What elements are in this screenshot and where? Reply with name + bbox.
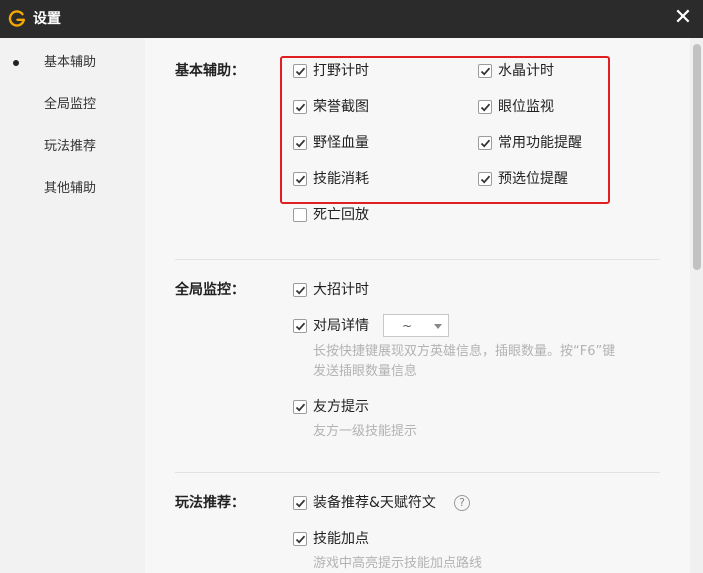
check-icon bbox=[480, 103, 491, 112]
hotkey-dropdown-value: ~ bbox=[402, 319, 413, 333]
option-label: 技能消耗 bbox=[313, 171, 369, 187]
section-divider bbox=[175, 472, 660, 473]
help-icon[interactable]: ? bbox=[454, 495, 470, 511]
option-label: 对局详情 bbox=[313, 318, 369, 334]
checkbox-checked[interactable] bbox=[293, 283, 307, 297]
checkbox-checked[interactable] bbox=[293, 319, 307, 333]
chevron-down-icon bbox=[434, 324, 442, 329]
checkbox-checked[interactable] bbox=[478, 64, 492, 78]
section-divider bbox=[175, 259, 660, 260]
check-icon bbox=[295, 535, 306, 544]
close-icon: ✕ bbox=[673, 5, 693, 30]
option-label: 友方提示 bbox=[313, 399, 369, 415]
option-label: 荣誉截图 bbox=[313, 99, 369, 115]
checkbox-checked[interactable] bbox=[293, 136, 307, 150]
sidebar-item-label: 基本辅助 bbox=[44, 55, 97, 70]
check-icon bbox=[295, 499, 306, 508]
ally-hint-description: 友方一级技能提示 bbox=[313, 424, 418, 439]
check-icon bbox=[480, 175, 491, 184]
check-icon bbox=[480, 67, 491, 76]
hotkey-dropdown[interactable]: ~ bbox=[383, 314, 449, 337]
checkbox-checked[interactable] bbox=[293, 100, 307, 114]
window-title: 设置 bbox=[33, 11, 61, 27]
match-detail-description-line-1: 长按快捷键展现双方英雄信息，插眼数量。按“F6”键 bbox=[313, 344, 616, 359]
sidebar-item-basic-assist[interactable]: 基本辅助 bbox=[0, 48, 145, 78]
app-logo-icon bbox=[8, 10, 25, 27]
check-icon bbox=[480, 139, 491, 148]
sidebar-item-label: 玩法推荐 bbox=[44, 139, 97, 154]
close-button[interactable]: ✕ bbox=[673, 5, 693, 30]
sidebar-item-gameplay-recommend[interactable]: 玩法推荐 bbox=[0, 132, 145, 162]
section-label-gameplay: 玩法推荐： bbox=[175, 495, 245, 511]
sidebar-item-label: 全局监控 bbox=[44, 97, 97, 112]
check-icon bbox=[295, 286, 306, 295]
check-icon bbox=[295, 139, 306, 148]
checkbox-checked[interactable] bbox=[293, 532, 307, 546]
option-label: 死亡回放 bbox=[313, 207, 369, 223]
option-label: 水晶计时 bbox=[498, 63, 554, 79]
sidebar: 基本辅助 全局监控 玩法推荐 其他辅助 bbox=[0, 38, 145, 573]
option-label: 眼位监视 bbox=[498, 99, 554, 115]
check-icon bbox=[295, 103, 306, 112]
option-label: 野怪血量 bbox=[313, 135, 369, 151]
section-label-global: 全局监控： bbox=[175, 282, 245, 298]
check-icon bbox=[295, 403, 306, 412]
checkbox-checked[interactable] bbox=[293, 400, 307, 414]
option-label: 常用功能提醒 bbox=[498, 135, 582, 151]
check-icon bbox=[295, 67, 306, 76]
option-label: 预选位提醒 bbox=[498, 171, 568, 187]
checkbox-checked[interactable] bbox=[478, 172, 492, 186]
option-label: 装备推荐&天赋符文 bbox=[313, 495, 436, 511]
option-label: 技能加点 bbox=[313, 531, 369, 547]
check-icon bbox=[295, 322, 306, 331]
checkbox-checked[interactable] bbox=[293, 496, 307, 510]
checkbox-checked[interactable] bbox=[293, 64, 307, 78]
section-label-basic: 基本辅助： bbox=[175, 63, 245, 79]
sidebar-item-global-monitor[interactable]: 全局监控 bbox=[0, 90, 145, 120]
checkbox-unchecked[interactable] bbox=[293, 208, 307, 222]
sidebar-item-other-assist[interactable]: 其他辅助 bbox=[0, 174, 145, 204]
skill-points-description: 游戏中高亮提示技能加点路线 bbox=[313, 556, 483, 571]
checkbox-checked[interactable] bbox=[478, 136, 492, 150]
title-bar: 设置 ✕ bbox=[0, 0, 703, 38]
settings-content: 基本辅助： 打野计时 水晶计时 荣誉截图 眼位监视 野怪血量 常用功能提醒 技能… bbox=[145, 38, 690, 573]
option-label: 打野计时 bbox=[313, 63, 369, 79]
sidebar-item-label: 其他辅助 bbox=[44, 181, 97, 196]
vertical-scrollbar[interactable] bbox=[690, 38, 703, 573]
option-label: 大招计时 bbox=[313, 282, 369, 298]
match-detail-description-line-2: 发送插眼数量信息 bbox=[313, 364, 418, 379]
active-indicator-icon bbox=[13, 60, 19, 66]
checkbox-checked[interactable] bbox=[478, 100, 492, 114]
check-icon bbox=[295, 175, 306, 184]
checkbox-checked[interactable] bbox=[293, 172, 307, 186]
scrollbar-thumb[interactable] bbox=[693, 44, 701, 270]
